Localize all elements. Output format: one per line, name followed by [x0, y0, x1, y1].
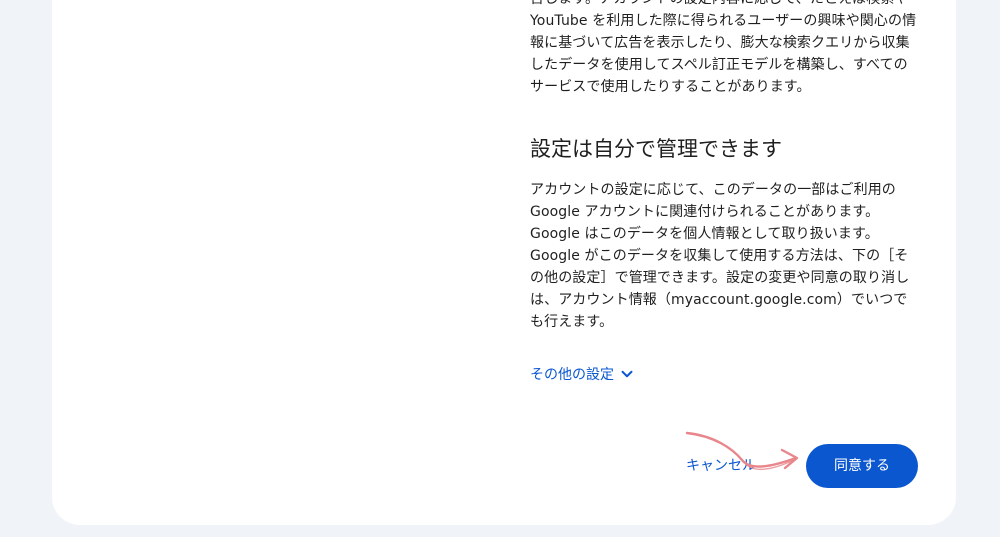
intro-paragraph: 含します。アカウントの設定内容に応じて、たとえば検索や YouTube を利用し… — [530, 0, 917, 95]
agree-button[interactable]: 同意する — [806, 444, 918, 488]
more-settings-button[interactable]: その他の設定 — [530, 364, 636, 384]
cancel-button[interactable]: キャンセル — [678, 450, 764, 482]
chevron-down-icon — [618, 365, 636, 383]
more-settings-label: その他の設定 — [530, 367, 614, 383]
section-heading: 設定は自分で管理できます — [530, 137, 782, 161]
section-paragraph: アカウントの設定に応じて、このデータの一部はご利用の Google アカウントに… — [530, 182, 910, 330]
